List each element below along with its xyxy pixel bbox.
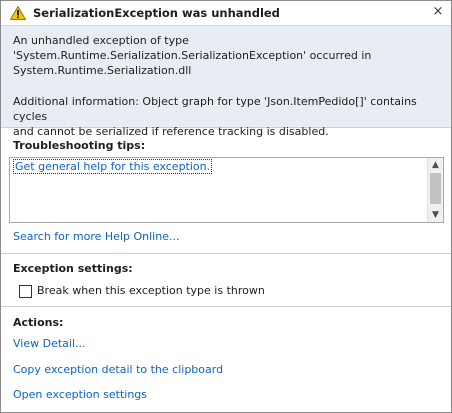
additional-line-2: and cannot be serialized if reference tr…	[13, 125, 329, 138]
message-line-3: System.Runtime.Serialization.dll	[13, 64, 192, 77]
copy-exception-detail-link[interactable]: Copy exception detail to the clipboard	[13, 363, 223, 376]
break-on-exception-checkbox[interactable]	[19, 285, 32, 298]
dialog-title: SerializationException was unhandled	[33, 6, 280, 20]
break-on-exception-label[interactable]: Break when this exception type is thrown	[37, 284, 265, 297]
open-exception-settings-link[interactable]: Open exception settings	[13, 388, 147, 401]
exception-dialog: SerializationException was unhandled × A…	[0, 0, 452, 413]
section-divider	[1, 253, 451, 254]
exception-message-area: An unhandled exception of type 'System.R…	[1, 26, 451, 138]
message-line-1: An unhandled exception of type	[13, 34, 189, 47]
message-line-2: 'System.Runtime.Serialization.Serializat…	[13, 49, 372, 62]
additional-information: Additional information: Object graph for…	[13, 94, 443, 139]
tips-scrollbar[interactable]: ▲ ▼	[427, 158, 443, 222]
section-divider	[1, 306, 451, 307]
search-help-online-link[interactable]: Search for more Help Online...	[13, 230, 179, 243]
exception-settings-title: Exception settings:	[13, 262, 133, 275]
title-bar: SerializationException was unhandled ×	[1, 1, 451, 26]
troubleshooting-title: Troubleshooting tips:	[13, 139, 146, 152]
general-help-link[interactable]: Get general help for this exception.	[12, 159, 213, 174]
scroll-thumb[interactable]	[430, 173, 441, 204]
scroll-up-icon[interactable]: ▲	[428, 158, 443, 172]
actions-title: Actions:	[13, 316, 64, 329]
troubleshooting-tips-box: Get general help for this exception. ▲ ▼	[9, 157, 444, 223]
scroll-down-icon[interactable]: ▼	[428, 208, 443, 222]
exception-message: An unhandled exception of type 'System.R…	[13, 33, 443, 78]
close-icon[interactable]: ×	[431, 5, 445, 19]
view-detail-link[interactable]: View Detail...	[13, 337, 86, 350]
additional-line-1: Additional information: Object graph for…	[13, 95, 417, 123]
warning-icon	[9, 5, 27, 20]
